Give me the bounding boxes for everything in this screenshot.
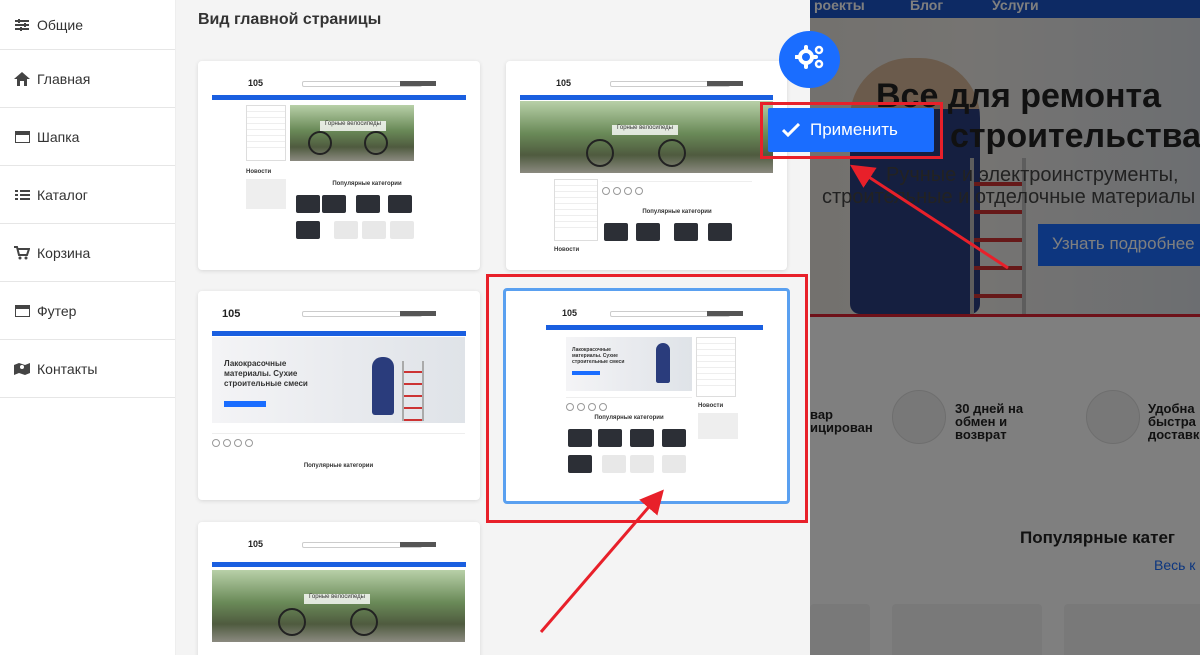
layout-option-1[interactable]: 105 Горные велосипеды Новости Популярные… [198, 61, 480, 270]
thumb-popular: Популярные категории [642, 209, 712, 215]
thumb-product [388, 195, 412, 213]
bike-wheel [350, 608, 378, 636]
thumb-hero: Горные велосипеды [212, 570, 465, 642]
thumb-hero-ladder [402, 361, 424, 421]
sidebar-item-label: Общие [37, 16, 84, 33]
thumb-menu [246, 105, 286, 161]
sidebar-item-label: Шапка [37, 128, 80, 145]
list-icon [13, 188, 31, 202]
sliders-icon [13, 18, 31, 32]
sidebar-item-contacts[interactable]: Контакты [0, 340, 175, 398]
thumb-logo: 105 [248, 539, 264, 549]
sidebar-item-header[interactable]: Шапка [0, 108, 175, 166]
thumb-phone [400, 81, 436, 86]
home-layout-panel: Вид главной страницы 105 Горные велосипе… [176, 0, 810, 655]
panel-title: Вид главной страницы [198, 11, 382, 28]
thumb-news: Новости [246, 169, 272, 175]
sidebar-item-label: Контакты [37, 360, 98, 377]
thumb-header: 105 [212, 75, 466, 95]
thumb-hero: Горные велосипеды [520, 101, 773, 173]
thumb-hero-button [224, 401, 266, 407]
thumb-product [604, 223, 628, 241]
map-icon [13, 362, 31, 376]
thumb-caption: Горные велосипеды [320, 121, 386, 131]
thumb-header: 105 [212, 305, 466, 325]
layout-option-3[interactable]: 105 Лакокрасочные материалы. Сухие строи… [198, 291, 480, 500]
thumb-header: 105 [212, 536, 466, 556]
thumb-nav [212, 331, 466, 336]
thumb-phone [400, 542, 436, 547]
thumb-hero: Горные велосипеды [290, 105, 414, 161]
thumb-product [708, 223, 732, 241]
thumb-product [322, 195, 346, 213]
thumb-news: Новости [554, 247, 580, 253]
cart-icon [13, 245, 31, 260]
thumb-product [674, 223, 698, 241]
window-icon [13, 304, 31, 318]
thumb-product [296, 221, 320, 239]
thumb-header: 105 [520, 75, 773, 95]
thumb-phone [707, 81, 743, 86]
sidebar-item-catalog[interactable]: Каталог [0, 166, 175, 224]
thumb-menu [554, 179, 598, 241]
thumb-hero: Лакокрасочные материалы. Сухие строитель… [212, 337, 465, 423]
sidebar-item-label: Футер [37, 302, 77, 319]
thumb-product [356, 195, 380, 213]
sidebar-item-cart[interactable]: Корзина [0, 224, 175, 282]
thumb-nav [212, 95, 466, 100]
thumb-nav [520, 95, 773, 100]
thumb-feature-row [212, 433, 465, 451]
thumb-product [636, 223, 660, 241]
gears-icon [793, 44, 825, 75]
bike-wheel [364, 131, 388, 155]
selected-option-highlight [486, 274, 808, 523]
settings-toggle-button[interactable] [779, 31, 840, 88]
thumb-nav [212, 562, 466, 567]
thumb-popular: Популярные категории [332, 181, 402, 187]
thumb-product [362, 221, 386, 239]
thumb-caption: Горные велосипеды [304, 594, 370, 604]
thumb-feature-row [602, 181, 752, 199]
layout-option-5[interactable]: 105 Горные велосипеды [198, 522, 480, 655]
bike-wheel [586, 139, 614, 167]
thumb-product [296, 195, 320, 213]
bike-wheel [308, 131, 332, 155]
thumb-phone [400, 311, 436, 316]
sidebar-item-label: Корзина [37, 244, 91, 261]
sidebar-item-label: Каталог [37, 186, 88, 203]
thumb-logo: 105 [556, 78, 572, 88]
thumb-logo: 105 [248, 78, 264, 88]
apply-button-highlight [760, 102, 943, 159]
home-icon [13, 71, 31, 86]
sidebar-item-home[interactable]: Главная [0, 50, 175, 108]
thumb-product [334, 221, 358, 239]
thumb-hero-person [372, 357, 394, 415]
thumb-news-image [246, 179, 286, 209]
bike-wheel [278, 608, 306, 636]
window-icon [13, 130, 31, 144]
sidebar-item-general[interactable]: Общие [0, 0, 175, 50]
thumb-hero-text: Лакокрасочные материалы. Сухие строитель… [224, 359, 308, 388]
thumb-caption: Горные велосипеды [612, 125, 678, 135]
thumb-logo: 105 [222, 308, 241, 320]
sidebar-item-label: Главная [37, 70, 91, 87]
thumb-product [390, 221, 414, 239]
layout-option-2[interactable]: 105 Горные велосипеды Популярные категор… [506, 61, 787, 270]
sidebar-item-footer[interactable]: Футер [0, 282, 175, 340]
preview-overlay [810, 0, 1200, 655]
settings-sidebar: Общие Главная Шапка Каталог Корзина Футе… [0, 0, 176, 655]
bike-wheel [658, 139, 686, 167]
thumb-popular: Популярные категории [303, 463, 374, 469]
